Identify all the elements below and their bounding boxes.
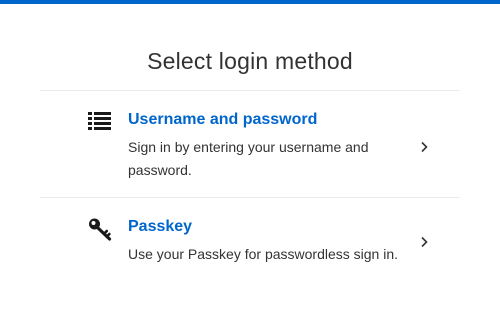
login-method-title: Passkey [128, 218, 193, 235]
login-method-description: Sign in by entering your username and pa… [128, 139, 369, 178]
chevron-right-icon [419, 140, 429, 153]
page-title: Select login method [147, 48, 353, 75]
top-accent-bar [0, 0, 500, 4]
chevron-right-icon [419, 235, 429, 248]
login-method-title: Username and password [128, 111, 318, 128]
login-method-description: Use your Passkey for passwordless sign i… [128, 246, 398, 262]
login-method-username-password[interactable]: Username and password Sign in by enterin… [40, 91, 460, 197]
key-icon [87, 216, 113, 242]
list-icon [87, 109, 113, 135]
login-method-passkey[interactable]: Passkey Use your Passkey for passwordles… [40, 198, 460, 278]
login-method-list: Username and password Sign in by enterin… [40, 90, 460, 278]
